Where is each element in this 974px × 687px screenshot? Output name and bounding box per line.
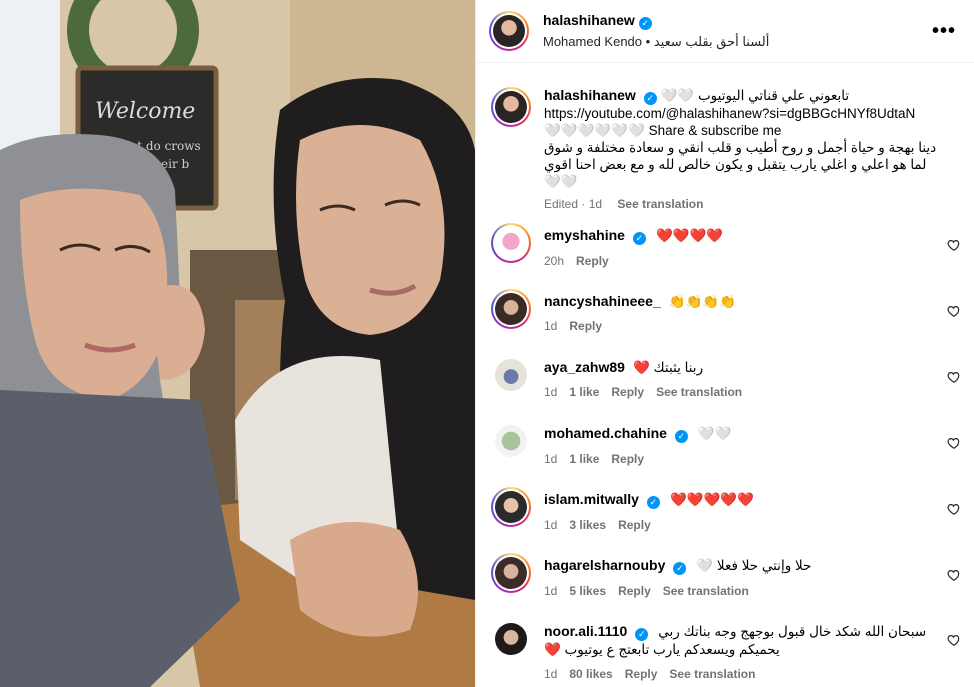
commenter-username[interactable]: emyshahine	[544, 227, 625, 243]
comment-time: 1d	[544, 452, 558, 466]
comment-likes[interactable]: 80 likes	[569, 667, 612, 681]
heart-outline-icon[interactable]	[947, 633, 961, 647]
verified-badge-icon: ✓	[635, 628, 649, 641]
audio-info[interactable]: Mohamed Kendo • ألسنا أحق بقلب سعيد	[543, 33, 769, 51]
caption-line-3: 🤍🤍🤍🤍🤍🤍 Share & subscribe me	[544, 123, 782, 138]
comment-row: emyshahine ✓ ❤️❤️❤️❤️ 20h Reply	[491, 223, 974, 270]
heart-outline-icon[interactable]	[947, 436, 961, 450]
verified-badge-icon: ✓	[643, 92, 657, 105]
comment-text: ربنا يثبتك ❤️	[632, 360, 704, 375]
caption-username[interactable]: halashihanew	[544, 87, 636, 103]
commenter-avatar[interactable]	[491, 289, 531, 329]
reply-button[interactable]: Reply	[618, 518, 651, 532]
commenter-avatar[interactable]	[491, 553, 531, 593]
reply-button[interactable]: Reply	[576, 254, 609, 268]
see-translation-button[interactable]: See translation	[663, 584, 749, 598]
comment-row: mohamed.chahine ✓ 🤍🤍 1d 1 like Reply	[491, 421, 974, 468]
comment-row: islam.mitwally ✓ ❤️❤️❤️❤️❤️ 1d 3 likes Reply	[491, 487, 974, 534]
comment-time: 1d	[544, 518, 558, 532]
comment-likes[interactable]: 1 like	[569, 385, 599, 399]
reply-button[interactable]: Reply	[618, 584, 651, 598]
comment-text: ❤️❤️❤️❤️❤️	[669, 492, 754, 507]
comment-text: 👏👏👏👏	[668, 294, 736, 309]
commenter-username[interactable]: nancyshahineee_	[544, 293, 661, 309]
comment-text-line-2: يحميكم ويسعدكم يارب تابعتج ع يوتيوب ❤️	[544, 642, 780, 657]
comment-time: 1d	[544, 385, 558, 399]
caption-line-1: تابعوني علي قناتي اليوتيوب 🤍🤍	[660, 88, 850, 103]
commenter-avatar[interactable]	[491, 355, 531, 401]
comment-text: ❤️❤️❤️❤️	[655, 228, 724, 243]
comment-text: سبحان الله شكد خال قبول بوجهج وجه بناتك …	[658, 624, 927, 639]
audio-artist[interactable]: Mohamed Kendo	[543, 34, 642, 49]
reply-button[interactable]: Reply	[611, 385, 644, 399]
reply-button[interactable]: Reply	[611, 452, 644, 466]
author-username[interactable]: halashihanew	[543, 12, 635, 28]
reply-button[interactable]: Reply	[569, 319, 602, 333]
commenter-username[interactable]: hagarelsharnouby	[544, 557, 665, 573]
heart-outline-icon[interactable]	[947, 568, 961, 582]
caption-link[interactable]: https://youtube.com/@halashihanew?si=dgB…	[544, 105, 944, 122]
see-translation-button[interactable]: See translation	[617, 197, 703, 211]
verified-badge-icon: ✓	[638, 17, 652, 30]
audio-separator: •	[645, 34, 651, 49]
audio-title[interactable]: ألسنا أحق بقلب سعيد	[654, 34, 770, 49]
heart-outline-icon[interactable]	[947, 502, 961, 516]
commenter-avatar[interactable]	[491, 487, 531, 527]
edited-label: Edited	[544, 197, 579, 211]
commenter-avatar[interactable]	[491, 223, 531, 263]
commenter-username[interactable]: aya_zahw89	[544, 359, 625, 375]
comment-text: حلا وإنتي حلا فعلا 🤍	[696, 558, 812, 573]
comment-text: 🤍🤍	[697, 426, 732, 441]
see-translation-button[interactable]: See translation	[669, 667, 755, 681]
caption-line-5: لما هو اعلي و اغلي يارب يتقبل و يكون خال…	[544, 157, 927, 189]
verified-badge-icon: ✓	[674, 430, 688, 443]
comment-time: 1d	[544, 319, 558, 333]
caption-time: 1d	[588, 197, 603, 211]
see-translation-button[interactable]: See translation	[656, 385, 742, 399]
comment-row: aya_zahw89 ربنا يثبتك ❤️ 1d 1 like Reply See …	[491, 355, 974, 401]
reply-button[interactable]: Reply	[625, 667, 658, 681]
comment-likes[interactable]: 3 likes	[569, 518, 606, 532]
heart-outline-icon[interactable]	[947, 238, 961, 252]
comment-time: 20h	[544, 254, 565, 268]
post-photo[interactable]: Welcome What do crows with their b	[0, 0, 475, 687]
commenter-avatar[interactable]	[491, 421, 531, 468]
caption-avatar[interactable]	[491, 87, 531, 127]
comment-row: noor.ali.1110 ✓ سبحان الله شكد خال قبول بو…	[491, 619, 974, 683]
commenter-username[interactable]: noor.ali.1110	[544, 623, 627, 639]
heart-outline-icon[interactable]	[947, 304, 961, 318]
commenter-username[interactable]: mohamed.chahine	[544, 425, 667, 441]
author-avatar[interactable]	[489, 11, 529, 51]
comment-likes[interactable]: 1 like	[569, 452, 599, 466]
verified-badge-icon: ✓	[632, 232, 646, 245]
commenter-username[interactable]: islam.mitwally	[544, 491, 639, 507]
comment-row: hagarelsharnouby ✓ حلا وإنتي حلا فعلا 🤍 1d 5…	[491, 553, 974, 600]
more-options-icon[interactable]: •••	[932, 21, 956, 41]
comment-row: nancyshahineee_ 👏👏👏👏 1d Reply	[491, 289, 974, 335]
verified-badge-icon: ✓	[673, 562, 687, 575]
comment-time: 1d	[544, 584, 558, 598]
comment-likes[interactable]: 5 likes	[569, 584, 606, 598]
post-side-panel: halashihanew ✓ Mohamed Kendo • ألسنا أحق …	[475, 0, 974, 687]
heart-outline-icon[interactable]	[947, 370, 961, 384]
post-header: halashihanew ✓ Mohamed Kendo • ألسنا أحق …	[476, 0, 974, 63]
verified-badge-icon: ✓	[646, 496, 660, 509]
caption: halashihanew ✓ تابعوني علي قناتي اليوتيوب…	[491, 87, 974, 213]
comment-time: 1d	[544, 667, 558, 681]
caption-line-4: دينا بهجة و حياة أجمل و روح أطيب و قلب ا…	[544, 140, 937, 155]
commenter-avatar[interactable]	[491, 619, 531, 683]
svg-text:Welcome: Welcome	[95, 99, 195, 124]
selfie-image: Welcome What do crows with their b	[0, 0, 475, 687]
